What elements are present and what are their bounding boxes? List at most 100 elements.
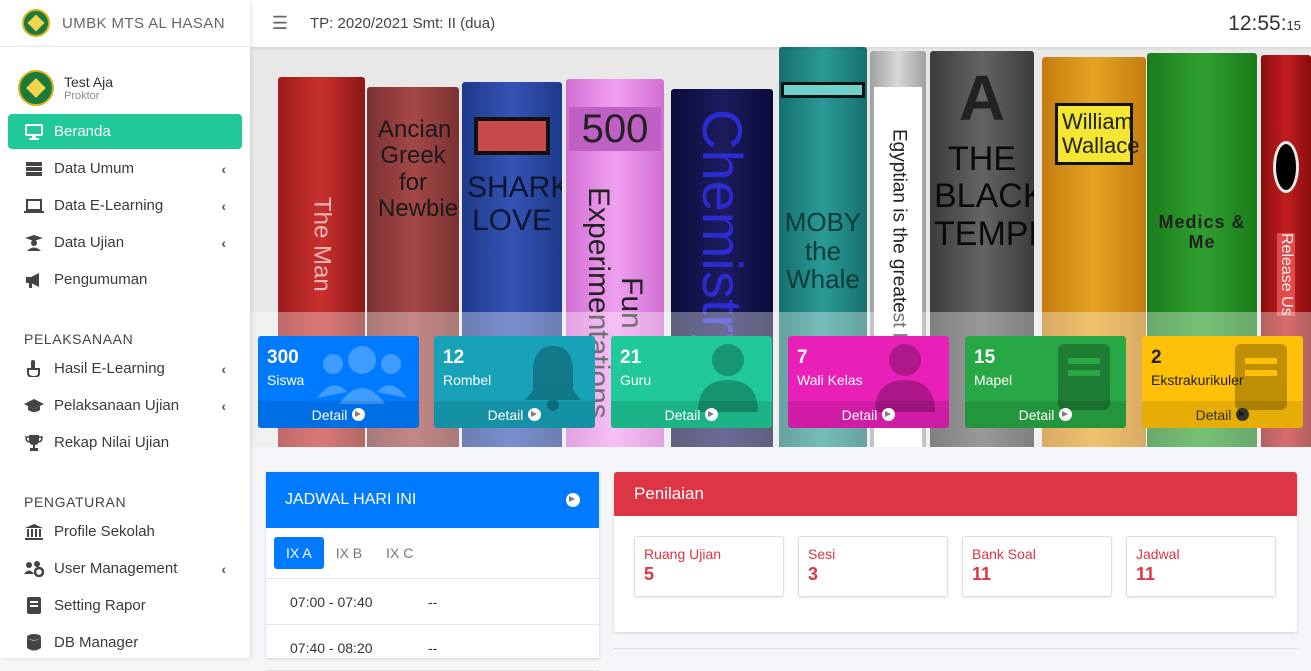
schedule-subject: --: [428, 593, 438, 610]
sidebar-item-profile-sekolah[interactable]: Profile Sekolah: [8, 514, 242, 549]
stat-card-ekstrakurikuler[interactable]: 2 Ekstrakurikuler Detail: [1142, 336, 1303, 428]
arrow-circle-right-icon: [882, 408, 896, 421]
user-avatar: [18, 69, 54, 106]
book-emblem: [1273, 141, 1299, 193]
detail-link[interactable]: Detail: [788, 401, 949, 428]
detail-link[interactable]: Detail: [258, 401, 419, 428]
stat-card-mapel[interactable]: 15 Mapel Detail: [965, 336, 1126, 428]
penilaian-card: Penilaian Ruang Ujian 5 Sesi 3 Bank Soal…: [614, 472, 1297, 632]
clock-time: 12:55:: [1228, 11, 1287, 35]
schedule-row: 07:00 - 07:40 --: [266, 579, 599, 625]
stat-card-wali-kelas[interactable]: 7 Wali Kelas Detail: [788, 336, 949, 428]
arrow-circle-right-icon: [1236, 408, 1250, 421]
detail-label: Detail: [311, 406, 348, 423]
jadwal-title: JADWAL HARI INI: [285, 491, 417, 508]
stat-label: Ekstrakurikuler: [1151, 372, 1244, 388]
detail-label: Detail: [1018, 406, 1055, 423]
jadwal-header: JADWAL HARI INI: [266, 472, 599, 528]
book-title: MOBY the Whale: [784, 207, 862, 295]
stat-card-siswa[interactable]: 300 Siswa Detail: [258, 336, 419, 428]
academic-period: TP: 2020/2021 Smt: II (dua): [310, 15, 496, 32]
sidebar-item-hasil-elearning[interactable]: Hasil E-Learning ‹: [8, 351, 242, 386]
sidebar-item-label: Setting Rapor: [54, 597, 146, 614]
sidebar-item-label: Rekap Nilai Ujian: [54, 434, 170, 451]
detail-link[interactable]: Detail: [611, 401, 772, 428]
user-panel[interactable]: Test Aja Proktor: [0, 47, 250, 112]
book-label: [474, 117, 550, 155]
tab-ix-c[interactable]: IX C: [374, 537, 425, 569]
sidebar-item-pengumuman[interactable]: Pengumuman: [8, 262, 242, 297]
book-title: THE BLACK TEMPLE: [934, 140, 1034, 253]
detail-label: Detail: [841, 406, 878, 423]
stat-number: 21: [620, 347, 642, 368]
sidebar-item-label: Data Umum: [54, 160, 135, 177]
penilaian-title: Penilaian: [614, 472, 1297, 516]
info-box-sesi[interactable]: Sesi 3: [798, 536, 948, 597]
detail-link[interactable]: Detail: [1142, 401, 1303, 428]
sidebar-item-data-ujian[interactable]: Data Ujian ‹: [8, 225, 242, 260]
detail-label: Detail: [664, 406, 701, 423]
arrow-circle-right-icon[interactable]: [566, 493, 580, 507]
sidebar-item-beranda[interactable]: Beranda: [8, 114, 242, 149]
book-title: 500: [569, 107, 661, 151]
stat-number: 300: [267, 347, 299, 368]
stat-card-guru[interactable]: 21 Guru Detail: [611, 336, 772, 428]
users-cog-icon: [24, 560, 44, 578]
sidebar-item-label: Pelaksanaan Ujian: [54, 397, 180, 414]
stat-card-rombel[interactable]: 12 Rombel Detail: [434, 336, 595, 428]
sidebar-menu-pengaturan: Profile Sekolah User Management ‹ Settin…: [0, 514, 250, 660]
stat-label: Rombel: [443, 372, 492, 388]
book-emblem: A: [958, 62, 1006, 134]
sidebar-item-label: Profile Sekolah: [54, 523, 155, 540]
book-title: Release Us: [1277, 233, 1295, 316]
chevron-left-icon: ‹: [221, 160, 226, 177]
megaphone-icon: [24, 271, 44, 289]
info-box-jadwal[interactable]: Jadwal 11: [1126, 536, 1276, 597]
chevron-left-icon: ‹: [221, 397, 226, 414]
user-graduate-icon: [24, 234, 44, 252]
book-title: Ancian Greek for Newbies: [378, 116, 459, 223]
arrow-circle-right-icon: [705, 408, 719, 421]
brand-name: UMBK MTS AL HASAN: [62, 14, 225, 32]
arrow-circle-right-icon: [1059, 408, 1073, 421]
book-label: [781, 82, 865, 98]
stat-number: 12: [443, 347, 465, 368]
sidebar-item-label: Hasil E-Learning: [54, 360, 165, 377]
sidebar-item-setting-rapor[interactable]: Setting Rapor: [8, 588, 242, 623]
detail-label: Detail: [487, 406, 524, 423]
info-box-value: 11: [972, 564, 992, 584]
sidebar-item-db-manager[interactable]: DB Manager: [8, 625, 242, 660]
sidebar-item-data-umum[interactable]: Data Umum ‹: [8, 151, 242, 186]
sidebar-item-rekap-nilai[interactable]: Rekap Nilai Ujian: [8, 425, 242, 460]
clock-seconds: 15: [1286, 17, 1301, 33]
clock: 12:55:15: [1228, 12, 1311, 36]
info-box-ruang-ujian[interactable]: Ruang Ujian 5: [634, 536, 784, 597]
tab-ix-a[interactable]: IX A: [274, 537, 324, 569]
hand-icon: [24, 360, 44, 378]
top-navbar: ☰ TP: 2020/2021 Smt: II (dua) 12:55:15: [250, 0, 1311, 47]
info-box-bank-soal[interactable]: Bank Soal 11: [962, 536, 1112, 597]
database-icon: [24, 634, 44, 652]
detail-link[interactable]: Detail: [965, 401, 1126, 428]
sidebar-item-label: Data E-Learning: [54, 197, 164, 214]
tab-ix-b[interactable]: IX B: [324, 537, 374, 569]
hamburger-menu-icon[interactable]: ☰: [250, 13, 310, 34]
sidebar-item-label: User Management: [54, 560, 178, 577]
stat-number: 7: [797, 347, 808, 368]
sidebar-item-pelaksanaan-ujian[interactable]: Pelaksanaan Ujian ‹: [8, 388, 242, 423]
chevron-left-icon: ‹: [221, 360, 226, 377]
info-box-label: Jadwal: [1136, 546, 1180, 562]
stat-number: 2: [1151, 347, 1162, 368]
brand[interactable]: UMBK MTS AL HASAN: [0, 0, 250, 47]
stat-cards: 300 Siswa Detail 12 Rombel Detail 21 Gur…: [258, 336, 1304, 428]
sidebar-item-user-management[interactable]: User Management ‹: [8, 551, 242, 586]
user-name: Test Aja: [64, 73, 114, 90]
brand-logo: [22, 9, 50, 37]
jadwal-card: JADWAL HARI INI IX A IX B IX C 07:00 - 0…: [266, 472, 599, 671]
detail-link[interactable]: Detail: [434, 401, 595, 428]
schedule-row: 07:40 - 08:20 --: [266, 625, 599, 671]
book-title: Medics & Me: [1158, 212, 1246, 252]
sidebar: UMBK MTS AL HASAN Test Aja Proktor Beran…: [0, 0, 250, 658]
sidebar-item-data-elearning[interactable]: Data E-Learning ‹: [8, 188, 242, 223]
server-icon: [24, 160, 44, 178]
